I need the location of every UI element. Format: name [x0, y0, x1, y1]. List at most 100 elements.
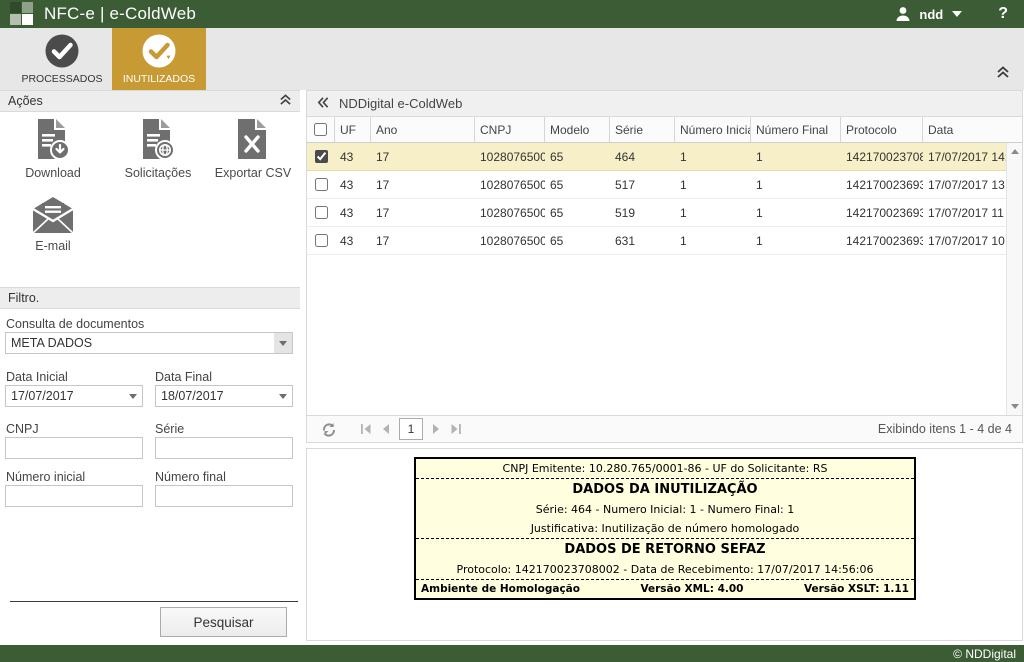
scroll-up-icon[interactable]	[1011, 149, 1019, 154]
table-row[interactable]: 43 17 10280765000186 65 464 1 1 14217002…	[307, 143, 1006, 171]
scroll-down-icon[interactable]	[1011, 404, 1019, 409]
numero-inicial-label: Número inicial	[6, 470, 85, 484]
cell-serie: 519	[610, 206, 675, 220]
filter-panel-title: Filtro.	[8, 291, 39, 305]
last-page-button[interactable]	[449, 423, 463, 435]
column-header-ano[interactable]: Ano	[371, 117, 475, 142]
consulta-select[interactable]: META DADOS	[5, 332, 293, 354]
cell-uf: 43	[335, 178, 371, 192]
download-document-icon	[35, 118, 71, 162]
cell-data: 17/07/2017 10	[923, 234, 1006, 248]
tab-inutilizados[interactable]: INUTILIZADOS	[112, 28, 206, 90]
consulta-label: Consulta de documentos	[6, 317, 144, 331]
cell-modelo: 65	[545, 178, 610, 192]
inutilizacao-document: CNPJ Emitente: 10.280.765/0001-86 - UF d…	[414, 457, 916, 600]
numero-final-label: Número final	[155, 470, 226, 484]
table-row[interactable]: 43 17 10280765000186 65 631 1 1 14217002…	[307, 227, 1006, 255]
cell-numero-final: 1	[751, 150, 841, 164]
cell-numero-inicial: 1	[675, 150, 751, 164]
next-page-button[interactable]	[431, 423, 441, 435]
row-checkbox[interactable]	[315, 234, 328, 247]
app-header: NFC-e | e-ColdWeb ndd ?	[0, 0, 1024, 28]
tab-processados[interactable]: PROCESSADOS	[14, 28, 110, 90]
toolbar-collapse-button[interactable]	[996, 66, 1010, 84]
column-header-numero-inicial[interactable]: Número Inicial	[675, 117, 751, 142]
cell-cnpj: 10280765000186	[475, 150, 545, 164]
cell-protocolo: 142170023693	[841, 206, 923, 220]
chevron-down-icon	[274, 386, 292, 406]
nddigital-logo-icon	[10, 2, 34, 26]
column-header-data[interactable]: Data	[923, 117, 1006, 142]
exportar-csv-label: Exportar CSV	[215, 166, 291, 180]
data-inicial-field[interactable]: 17/07/2017	[5, 385, 143, 407]
first-page-icon	[359, 423, 373, 435]
data-final-label: Data Final	[155, 370, 212, 384]
serie-input[interactable]	[155, 437, 293, 459]
pesquisar-button[interactable]: Pesquisar	[160, 607, 287, 637]
column-header-numero-final[interactable]: Número Final	[751, 117, 841, 142]
cnpj-input[interactable]	[5, 437, 143, 459]
cell-modelo: 65	[545, 150, 610, 164]
page-number-input[interactable]: 1	[399, 418, 423, 440]
last-page-icon	[449, 423, 463, 435]
chevron-down-icon	[952, 11, 962, 17]
column-header-modelo[interactable]: Modelo	[545, 117, 610, 142]
cell-ano: 17	[371, 178, 475, 192]
cell-serie: 517	[610, 178, 675, 192]
download-button[interactable]: Download	[14, 118, 92, 180]
row-checkbox[interactable]	[315, 178, 328, 191]
exportar-csv-button[interactable]: Exportar CSV	[210, 118, 296, 180]
pagination-status: Exibindo itens 1 - 4 de 4	[878, 422, 1012, 436]
help-button[interactable]: ?	[998, 5, 1008, 23]
double-chevron-left-icon	[316, 96, 330, 109]
numero-inicial-input[interactable]	[5, 485, 143, 507]
cell-uf: 43	[335, 234, 371, 248]
requests-document-icon	[140, 118, 176, 162]
doc-section2-title: DADOS DE RETORNO SEFAZ	[416, 539, 914, 560]
filter-panel-header: Filtro.	[0, 287, 300, 309]
email-button[interactable]: E-mail	[14, 195, 92, 253]
cell-data: 17/07/2017 14:56:06	[923, 150, 1006, 164]
solicitacoes-button[interactable]: Solicitações	[112, 118, 204, 180]
doc-section1-line1: Série: 464 - Numero Inicial: 1 - Numero …	[416, 500, 914, 519]
cell-uf: 43	[335, 206, 371, 220]
row-checkbox[interactable]	[315, 206, 328, 219]
cell-ano: 17	[371, 150, 475, 164]
first-page-button[interactable]	[359, 423, 373, 435]
email-label: E-mail	[35, 239, 70, 253]
app-footer: © NDDigital	[0, 645, 1024, 662]
column-header-protocolo[interactable]: Protocolo	[841, 117, 923, 142]
doc-emitente-line: CNPJ Emitente: 10.280.765/0001-86 - UF d…	[416, 459, 914, 478]
actions-collapse-button[interactable]	[279, 94, 292, 109]
table-row[interactable]: 43 17 10280765000186 65 519 1 1 14217002…	[307, 199, 1006, 227]
cell-modelo: 65	[545, 206, 610, 220]
refresh-button[interactable]	[321, 421, 337, 437]
column-header-cnpj[interactable]: CNPJ	[475, 117, 545, 142]
data-final-field[interactable]: 18/07/2017	[155, 385, 293, 407]
data-inicial-value: 17/07/2017	[6, 389, 124, 403]
select-all-checkbox[interactable]	[314, 123, 327, 136]
cnpj-label: CNPJ	[6, 422, 39, 436]
chevron-down-icon	[274, 333, 292, 353]
left-panel: Ações Download	[0, 90, 300, 645]
column-header-serie[interactable]: Série	[610, 117, 675, 142]
previous-page-button[interactable]	[381, 423, 391, 435]
user-icon	[894, 5, 912, 23]
cell-numero-inicial: 1	[675, 206, 751, 220]
right-panel: NDDigital e-ColdWeb UF Ano CNPJ Modelo S…	[306, 90, 1023, 645]
user-menu-button[interactable]: ndd	[894, 5, 962, 23]
document-preview-pane: CNPJ Emitente: 10.280.765/0001-86 - UF d…	[306, 448, 1023, 641]
cell-data: 17/07/2017 13	[923, 178, 1006, 192]
cell-data: 17/07/2017 11	[923, 206, 1006, 220]
collapse-left-button[interactable]	[316, 96, 330, 112]
row-checkbox[interactable]	[315, 150, 328, 163]
user-name: ndd	[919, 7, 943, 22]
table-row[interactable]: 43 17 10280765000186 65 517 1 1 14217002…	[307, 171, 1006, 199]
doc-section1-title: DADOS DA INUTILIZAÇÃO	[416, 479, 914, 500]
numero-final-input[interactable]	[155, 485, 293, 507]
vertical-scrollbar[interactable]	[1006, 143, 1022, 415]
app-title: NFC-e | e-ColdWeb	[44, 4, 196, 24]
consulta-selected-value: META DADOS	[6, 336, 274, 350]
column-header-uf[interactable]: UF	[335, 117, 371, 142]
cell-numero-inicial: 1	[675, 234, 751, 248]
